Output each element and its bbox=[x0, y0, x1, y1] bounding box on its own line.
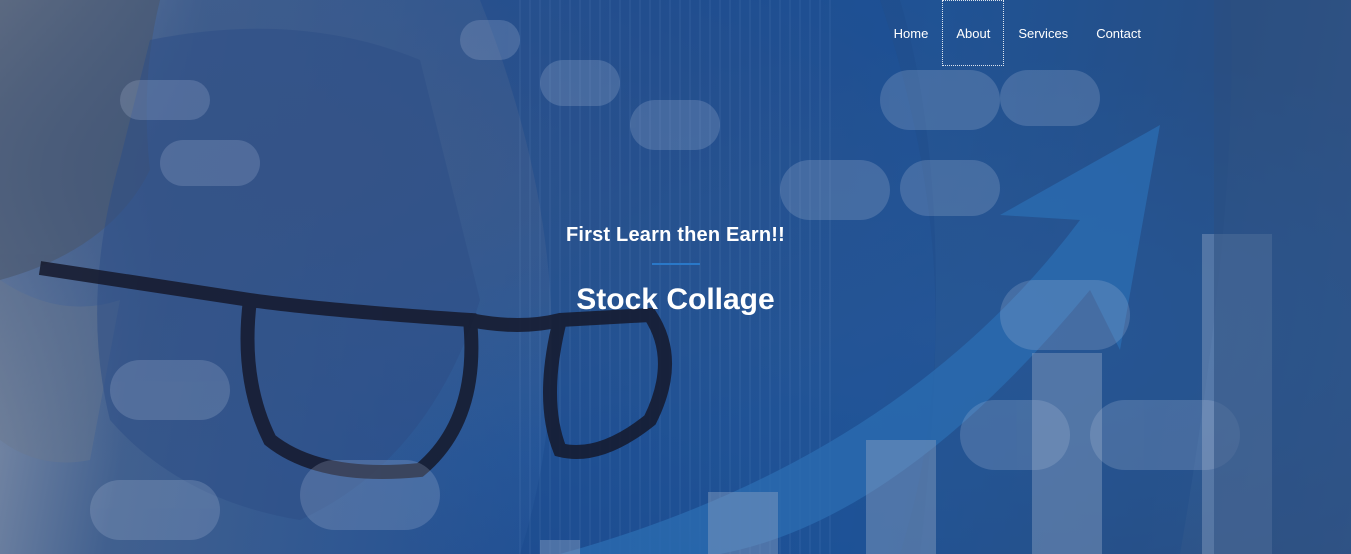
nav-about-link[interactable]: About bbox=[942, 0, 1005, 66]
hero-title: Stock Collage bbox=[576, 283, 775, 316]
hero-divider bbox=[651, 263, 700, 265]
nav-contact-link[interactable]: Contact bbox=[1082, 0, 1155, 66]
main-navigation: Home About Services Contact bbox=[880, 0, 1155, 66]
nav-home-link[interactable]: Home bbox=[880, 0, 943, 66]
hero-content: First Learn then Earn!! Stock Collage bbox=[0, 224, 1351, 317]
hero-tagline: First Learn then Earn!! bbox=[565, 224, 786, 246]
nav-services-link[interactable]: Services bbox=[1004, 0, 1082, 66]
hero-section: Home About Services Contact First Learn … bbox=[0, 0, 1351, 554]
